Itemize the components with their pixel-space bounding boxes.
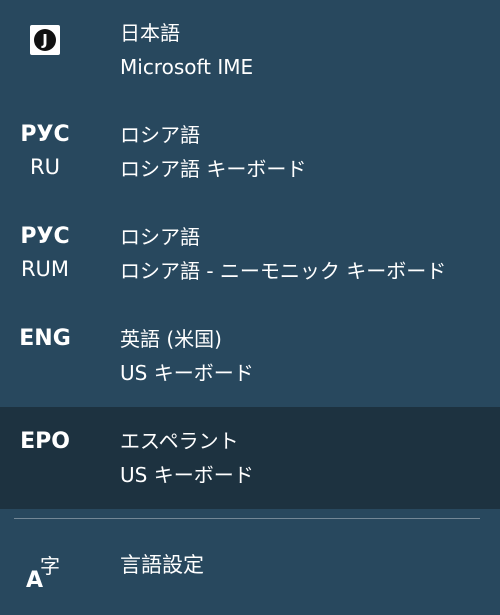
- ime-letter: J: [34, 29, 56, 51]
- language-name: 日本語: [120, 21, 180, 45]
- input-method-name: ロシア語 - ニーモニック キーボード: [120, 259, 447, 283]
- language-name: 英語 (米国): [120, 327, 222, 351]
- language-abbreviation: РУС: [20, 224, 70, 249]
- language-item-russian-ru[interactable]: РУС RU ロシア語 ロシア語 キーボード: [0, 102, 500, 204]
- input-method-name: ロシア語 キーボード: [120, 157, 307, 181]
- language-item-russian-rum[interactable]: РУС RUM ロシア語 ロシア語 - ニーモニック キーボード: [0, 204, 500, 306]
- input-method-name: Microsoft IME: [120, 55, 254, 79]
- language-item-english[interactable]: ENG 英語 (米国) US キーボード: [0, 306, 500, 408]
- language-abbreviation: ENG: [19, 326, 71, 351]
- language-settings-link[interactable]: A 字 言語設定: [0, 530, 500, 610]
- language-name: エスペラント: [120, 429, 239, 453]
- ime-j-icon: J: [30, 25, 60, 55]
- language-name: ロシア語: [120, 225, 200, 249]
- keyboard-abbreviation: RUM: [20, 257, 70, 281]
- divider: [14, 518, 480, 519]
- language-settings-label: 言語設定: [120, 553, 204, 577]
- language-item-esperanto[interactable]: EPO エスペラント US キーボード: [0, 407, 500, 509]
- input-method-name: US キーボード: [120, 361, 254, 385]
- keyboard-abbreviation: RU: [30, 155, 60, 179]
- language-item-japanese[interactable]: J 日本語 Microsoft IME: [0, 0, 500, 102]
- language-abbreviation: EPO: [20, 429, 70, 454]
- language-settings-icon: A 字: [26, 554, 60, 593]
- language-name: ロシア語: [120, 123, 200, 147]
- language-abbreviation: РУС: [20, 122, 70, 147]
- input-method-name: US キーボード: [120, 463, 254, 487]
- language-switcher-flyout: J 日本語 Microsoft IME РУС RU ロシア語 ロシア語 キーボ…: [0, 0, 500, 615]
